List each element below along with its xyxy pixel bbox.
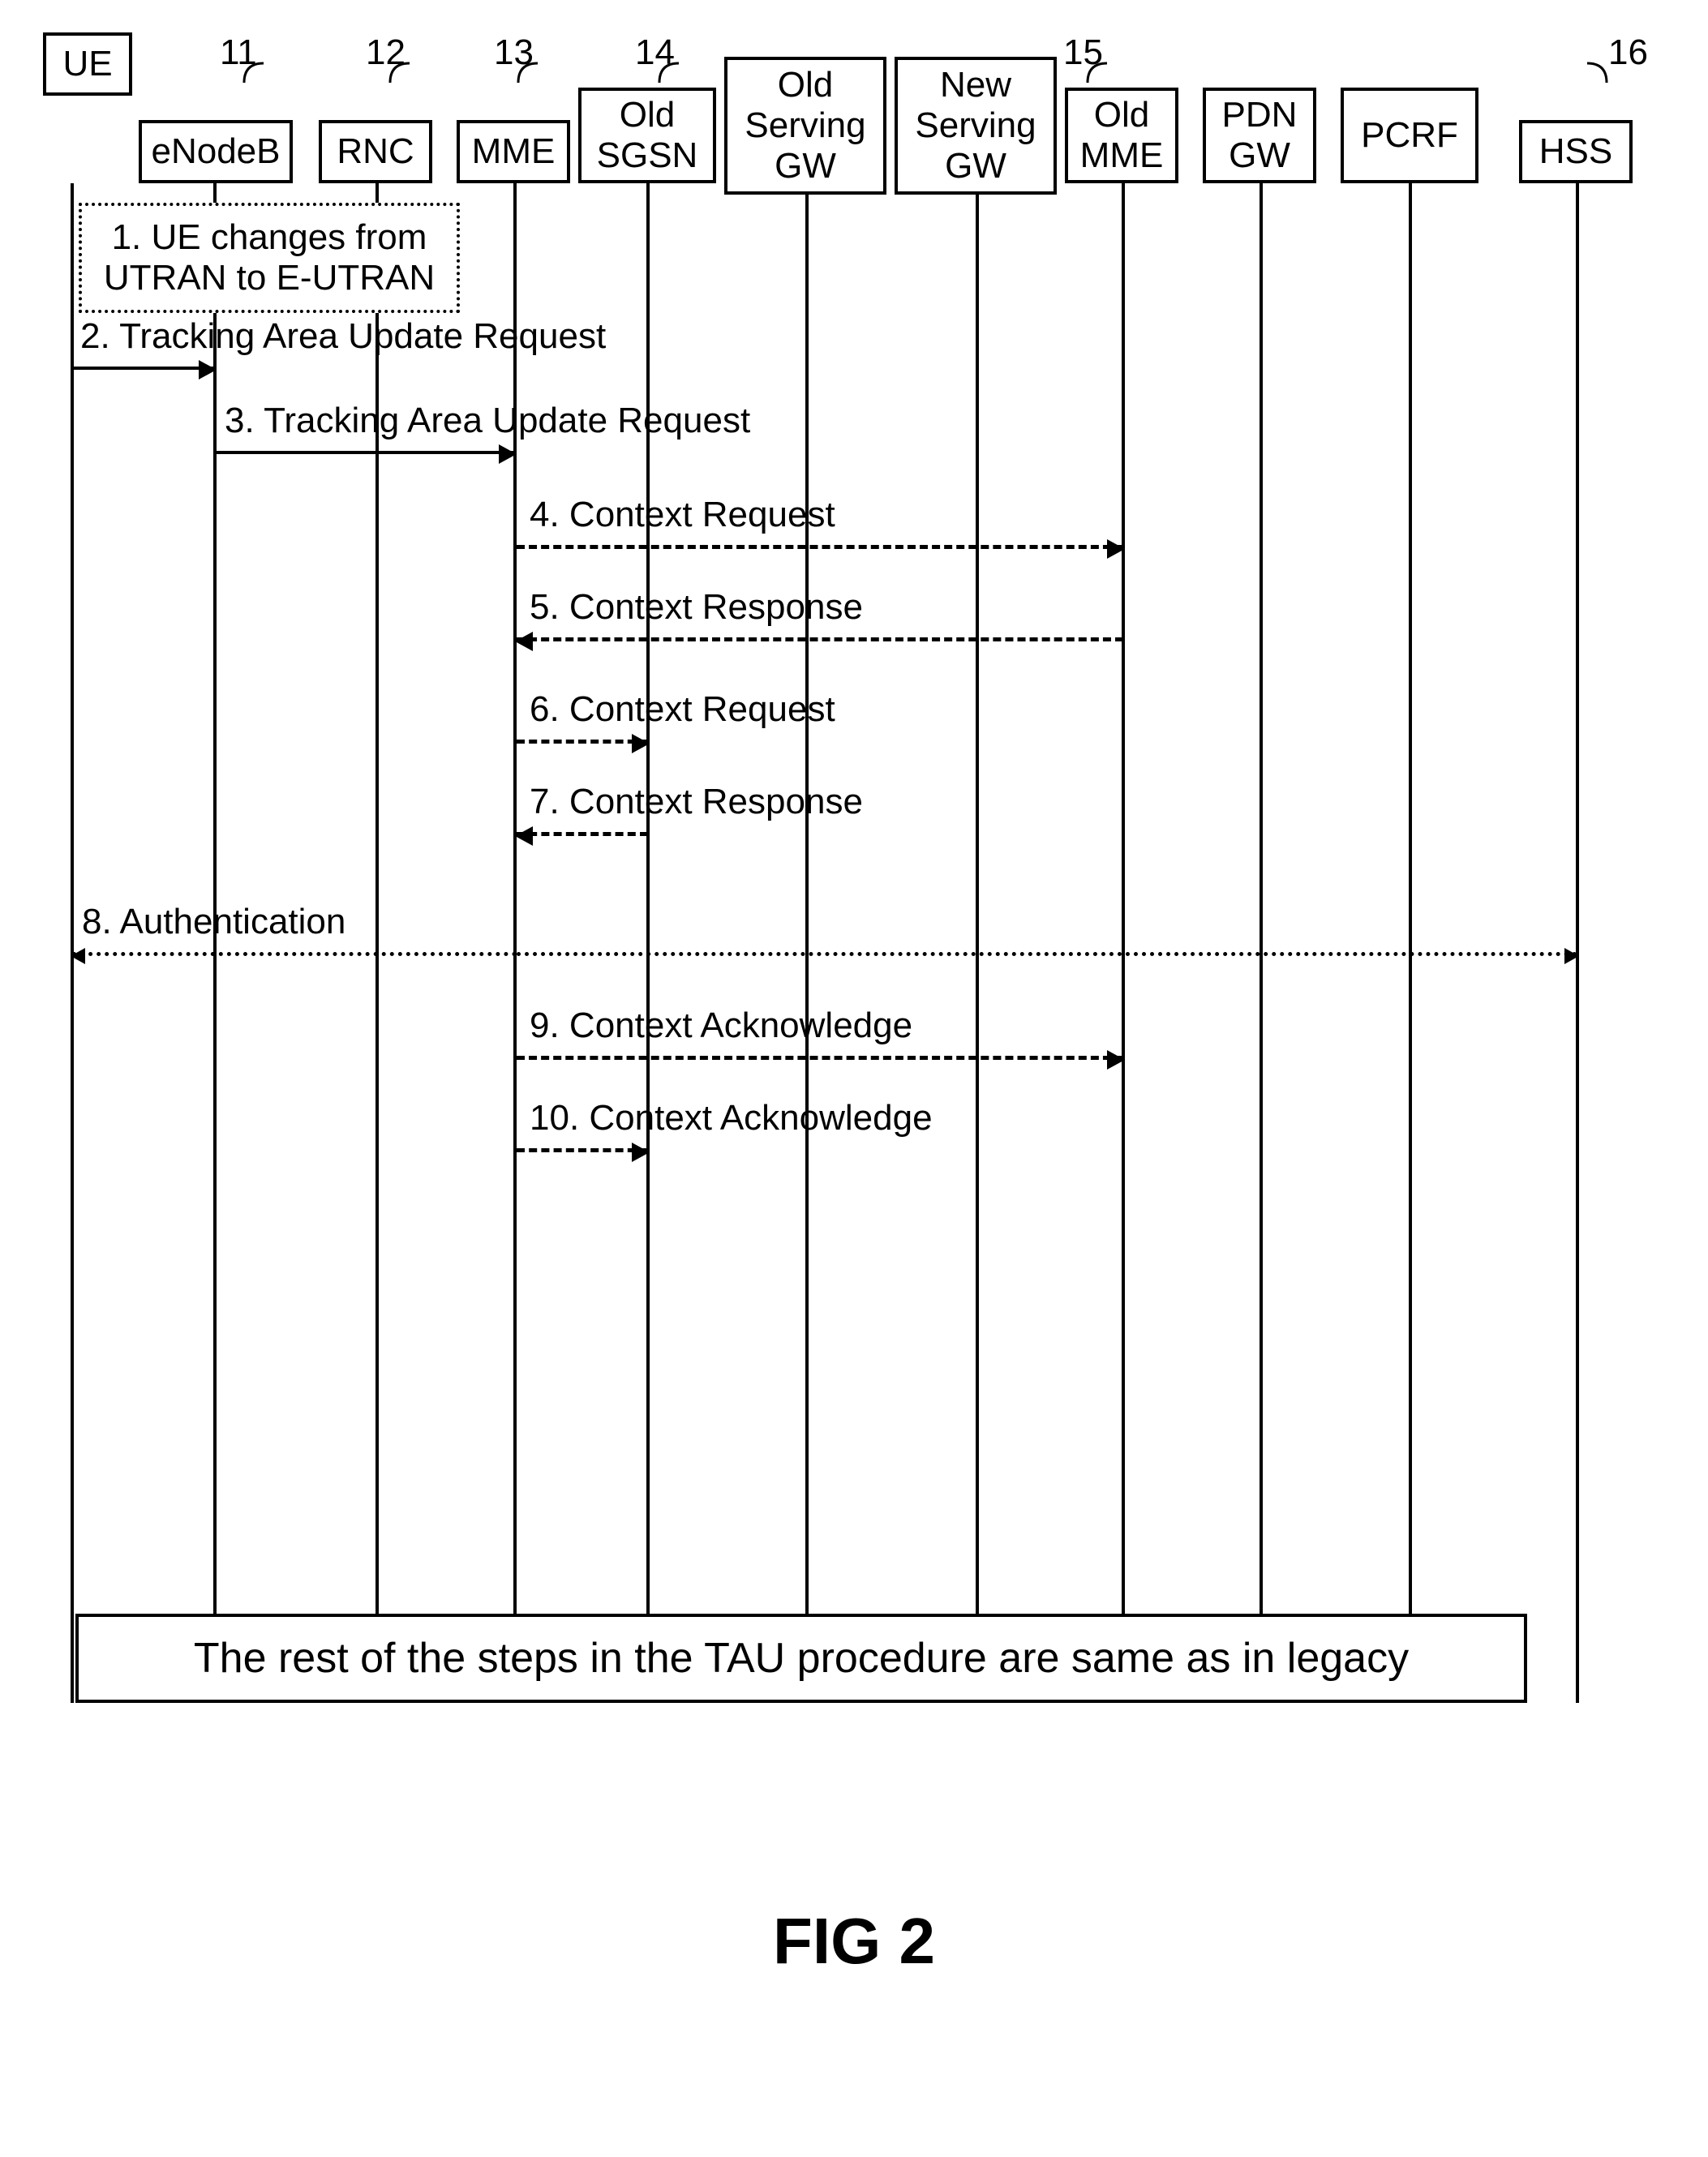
msg7-arrow: [517, 832, 648, 836]
footer-text: The rest of the steps in the TAU procedu…: [194, 1634, 1409, 1683]
node-ue: UE: [43, 32, 132, 96]
node-pdn-gw-label: PDN GW: [1222, 95, 1298, 176]
node-old-mme-label: Old MME: [1080, 95, 1164, 176]
node-pdn-gw: PDN GW: [1203, 88, 1316, 183]
annotation-step1-text: 1. UE changes from UTRAN to E-UTRAN: [104, 217, 435, 298]
lifeline-ue: [71, 183, 74, 1703]
ref-curve: [388, 62, 413, 84]
lifeline-enodeb: [213, 183, 217, 1703]
node-old-mme: Old MME: [1065, 88, 1178, 183]
node-old-serving-gw-label: Old Serving GW: [745, 65, 865, 187]
footer-box: The rest of the steps in the TAU procedu…: [75, 1614, 1527, 1703]
node-pcrf-label: PCRF: [1361, 115, 1458, 156]
node-ue-label: UE: [62, 44, 112, 84]
figure-caption: FIG 2: [773, 1904, 935, 1979]
node-old-sgsn-label: Old SGSN: [597, 95, 698, 176]
node-new-serving-gw-label: New Serving GW: [915, 65, 1036, 187]
msg2-label: 2. Tracking Area Update Request: [80, 316, 606, 357]
annotation-step1: 1. UE changes from UTRAN to E-UTRAN: [79, 203, 460, 313]
msg2-arrow: [72, 367, 215, 370]
lifeline-old-sgw: [805, 195, 809, 1703]
node-mme: MME: [457, 120, 570, 183]
node-new-serving-gw: New Serving GW: [895, 57, 1057, 195]
node-old-sgsn: Old SGSN: [578, 88, 716, 183]
lifeline-old-mme: [1122, 183, 1125, 1703]
msg6-label: 6. Context Request: [530, 689, 835, 730]
node-rnc-label: RNC: [337, 131, 414, 172]
ref-curve: [1586, 62, 1610, 84]
ref-curve: [658, 62, 682, 84]
node-rnc: RNC: [319, 120, 432, 183]
msg4-label: 4. Context Request: [530, 495, 835, 535]
msg8-arrow-right: [517, 952, 1577, 956]
ref-curve: [1086, 62, 1110, 84]
msg8-label: 8. Authentication: [82, 902, 345, 942]
msg3-arrow: [215, 451, 515, 454]
lifeline-pcrf: [1409, 183, 1412, 1703]
lifeline-hss: [1576, 183, 1579, 1703]
msg3-label: 3. Tracking Area Update Request: [225, 401, 750, 441]
node-hss: HSS: [1519, 120, 1633, 183]
sequence-diagram: 10 11 12 13 14 15 16 UE eNodeB RNC MME O…: [43, 32, 1665, 1979]
msg9-label: 9. Context Acknowledge: [530, 1006, 912, 1046]
node-enodeb-label: eNodeB: [151, 131, 280, 172]
ref-curve: [517, 62, 541, 84]
msg10-label: 10. Context Acknowledge: [530, 1098, 933, 1139]
msg5-label: 5. Context Response: [530, 587, 863, 628]
node-mme-label: MME: [472, 131, 556, 172]
ref-curve: [242, 62, 267, 84]
msg8-arrow-left: [72, 952, 517, 956]
msg6-arrow: [517, 740, 648, 744]
node-old-serving-gw: Old Serving GW: [724, 57, 886, 195]
msg9-arrow: [517, 1056, 1123, 1060]
node-enodeb: eNodeB: [139, 120, 293, 183]
msg5-arrow: [517, 637, 1123, 641]
msg10-arrow: [517, 1148, 648, 1152]
lifeline-new-sgw: [976, 195, 979, 1703]
msg7-label: 7. Context Response: [530, 782, 863, 822]
lifeline-pdn-gw: [1260, 183, 1263, 1703]
node-pcrf: PCRF: [1341, 88, 1478, 183]
node-hss-label: HSS: [1539, 131, 1612, 172]
msg4-arrow: [517, 545, 1123, 549]
ref-hss: 16: [1608, 32, 1648, 73]
